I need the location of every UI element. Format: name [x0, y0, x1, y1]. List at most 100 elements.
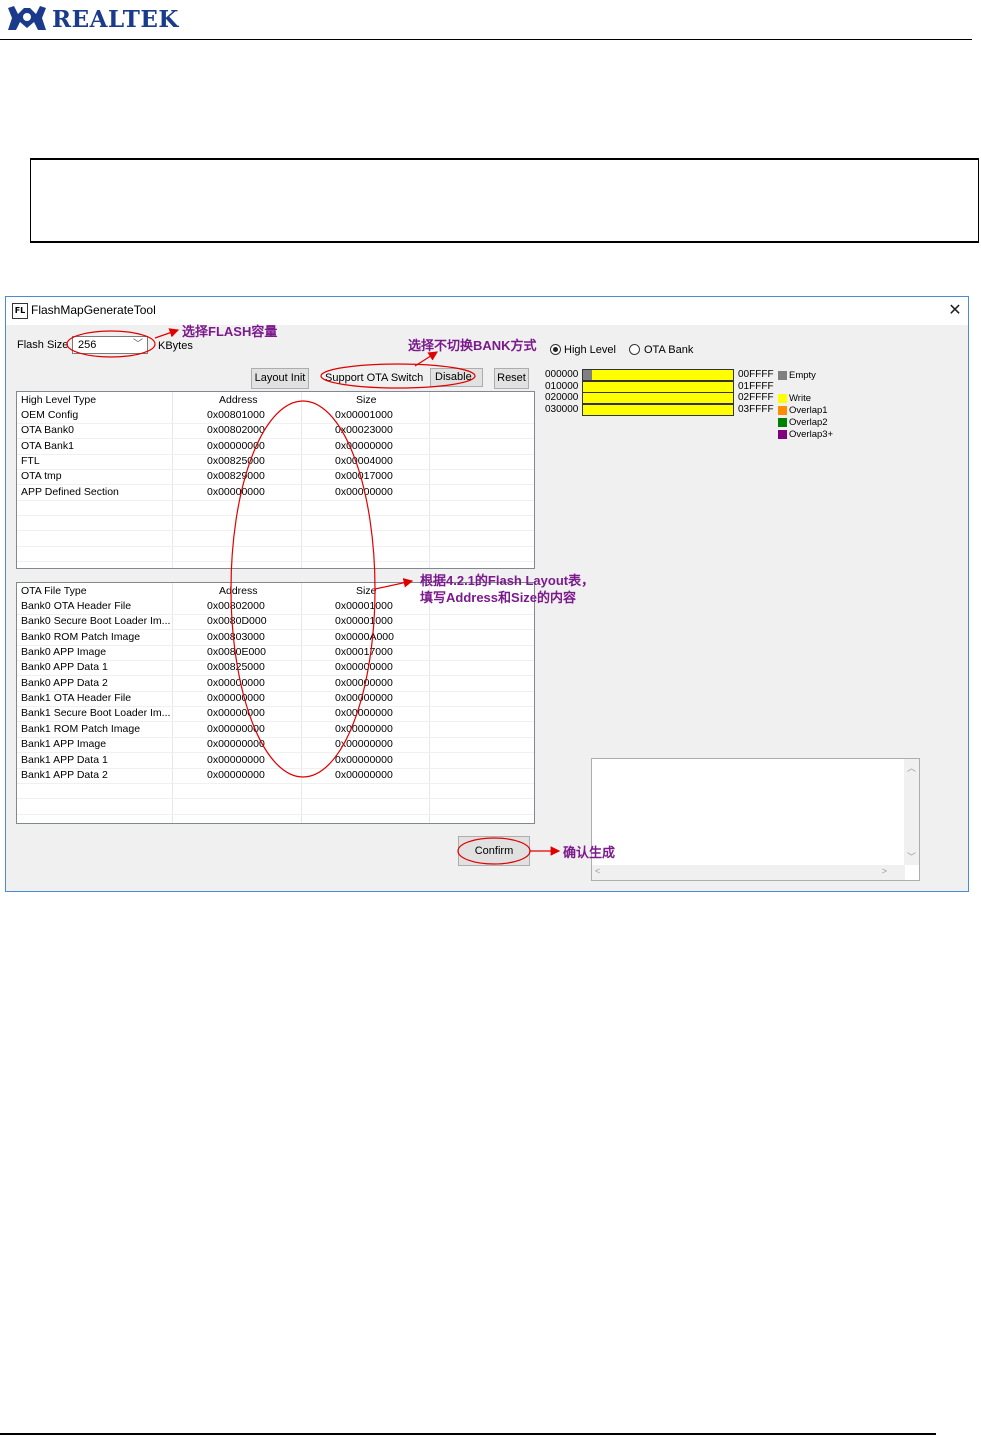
size-cell: 0x00000000	[335, 692, 393, 705]
address-cell: 0x00000000	[207, 439, 265, 452]
layout-init-button[interactable]: Layout Init	[251, 368, 309, 389]
flash-map-end-address: 01FFFF	[738, 380, 774, 392]
address-cell: 0x00000000	[207, 722, 265, 735]
size-cell: 0x00000000	[335, 753, 393, 766]
table-row[interactable]: Bank0 ROM Patch Image 0x00803000 0x0000A00…	[17, 630, 534, 645]
address-cell: 0x00825000	[207, 661, 265, 674]
size-cell: 0x00000000	[335, 722, 393, 735]
radio-high-level[interactable]	[550, 344, 561, 355]
size-cell: 0x00000000	[335, 676, 393, 689]
close-icon[interactable]: ✕	[944, 300, 966, 322]
size-cell: 0x00001000	[335, 409, 393, 421]
size-cell: 0x0000A000	[335, 630, 394, 643]
confirm-button[interactable]: Confirm	[458, 836, 530, 866]
ota-file-table[interactable]: OTA File Type Address Size Bank0 OTA Hea…	[16, 582, 535, 830]
table-row[interactable]: Bank0 APP Image 0x0080E000 0x00017000	[17, 645, 534, 660]
address-cell: 0x00000000	[207, 768, 265, 781]
legend-swatch	[778, 418, 787, 427]
window-title: FlashMapGenerateTool	[31, 303, 156, 317]
table-row[interactable]: Bank1 Secure Boot Loader Im... 0x00000000…	[17, 706, 534, 721]
table-row[interactable]: Bank0 APP Data 1 0x00825000 0x00000000	[17, 660, 534, 675]
flash-map-end-address: 03FFFF	[738, 403, 774, 415]
legend-label: Overlap1	[789, 405, 828, 416]
type-cell: OTA Bank0	[21, 424, 74, 437]
type-cell: Bank0 APP Data 1	[21, 661, 108, 674]
type-cell: Bank0 OTA Header File	[21, 600, 132, 612]
legend-label: Write	[789, 393, 811, 404]
flash-map-end-address: 00FFFF	[738, 369, 774, 380]
size-cell: 0x00001000	[335, 600, 393, 612]
flash-size-label: Flash Size	[17, 339, 69, 351]
radio-high-level-label: High Level	[564, 344, 616, 356]
type-cell: APP Defined Section	[21, 485, 119, 498]
table-row[interactable]: OTA Bank1 0x00000000 0x00000000	[17, 439, 534, 454]
table-row[interactable]: Bank1 OTA Header File 0x00000000 0x0000000…	[17, 691, 534, 706]
address-cell: 0x00000000	[207, 738, 265, 751]
horizontal-scrollbar[interactable]: < >	[592, 865, 905, 880]
annotation-select-bank: 选择不切换BANK方式	[408, 338, 537, 353]
size-cell: 0x00004000	[335, 455, 393, 468]
size-cell: 0x00017000	[335, 646, 393, 659]
reset-button[interactable]: Reset	[494, 368, 529, 389]
flash-map-start-address: 000000	[545, 369, 579, 380]
size-cell: 0x00023000	[335, 424, 393, 437]
ota-switch-dropdown[interactable]: Disable	[430, 368, 483, 387]
type-cell: Bank1 APP Data 2	[21, 768, 108, 781]
size-cell: 0x00000000	[335, 738, 393, 751]
support-ota-switch-label: Support OTA Switch	[325, 372, 424, 384]
table-row[interactable]: Bank0 Secure Boot Loader Im... 0x0080D000…	[17, 614, 534, 629]
type-cell: OEM Config	[21, 409, 79, 421]
type-cell: Bank1 OTA Header File	[21, 692, 132, 705]
table-row[interactable]: Bank1 ROM Patch Image 0x00000000 0x0000000…	[17, 722, 534, 737]
size-cell: 0x00000000	[335, 439, 393, 452]
address-cell: 0x0080E000	[207, 646, 266, 659]
address-cell: 0x00000000	[207, 707, 265, 720]
type-cell: OTA tmp	[21, 470, 62, 483]
type-cell: Bank0 APP Image	[21, 646, 107, 659]
type-cell: Bank1 ROM Patch Image	[21, 722, 141, 735]
annotation-fill-line2: 填写Address和Size的内容	[420, 590, 577, 605]
address-cell: 0x00802000	[207, 600, 265, 612]
note-box	[30, 158, 979, 243]
address-cell: 0x00803000	[207, 630, 265, 643]
table-row[interactable]: Bank0 APP Data 2 0x00000000 0x00000000	[17, 676, 534, 691]
address-cell: 0x00825000	[207, 455, 265, 468]
type-cell: Bank1 APP Data 1	[21, 753, 108, 766]
address-cell: 0x00000000	[207, 485, 265, 498]
high-level-table[interactable]: High Level Type Address Size OEM Config 0…	[16, 391, 535, 569]
flash-map-bar	[582, 403, 734, 416]
annotation-select-flash: 选择FLASH容量	[182, 324, 278, 339]
legend-label: Overlap3+	[789, 429, 834, 440]
flash-map-start-address: 030000	[545, 403, 579, 415]
table-row[interactable]: OTA tmp 0x00829000 0x00017000	[17, 469, 534, 484]
table-row[interactable]: OEM Config 0x00801000 0x00001000	[17, 408, 534, 423]
flash-map: 000000 00FFFF 010000 01FFFF 020000 02FFFF 0300…	[545, 369, 835, 441]
size-cell: 0x00000000	[335, 768, 393, 781]
output-textbox[interactable]: ︿ ﹀ < >	[591, 758, 920, 881]
table-row[interactable]: FTL 0x00825000 0x00004000	[17, 454, 534, 469]
size-cell: 0x00000000	[335, 485, 393, 498]
app-icon: FL	[12, 303, 28, 319]
table-row[interactable]: Bank1 APP Data 2 0x00000000 0x00000000	[17, 768, 534, 783]
vertical-scrollbar[interactable]: ︿ ﹀	[904, 759, 919, 865]
size-cell: 0x00017000	[335, 470, 393, 483]
flash-map-start-address: 010000	[545, 380, 579, 392]
table-row[interactable]: Bank1 APP Data 1 0x00000000 0x00000000	[17, 753, 534, 768]
radio-ota-bank[interactable]	[629, 344, 640, 355]
legend-swatch	[778, 371, 787, 380]
type-cell: Bank0 APP Data 2	[21, 676, 108, 689]
table-row[interactable]: APP Defined Section 0x00000000 0x00000000	[17, 485, 534, 500]
table-row[interactable]: OTA Bank0 0x00802000 0x00023000	[17, 423, 534, 438]
legend-label: Overlap2	[789, 417, 828, 428]
table-row[interactable]: Bank1 APP Image 0x00000000 0x00000000	[17, 737, 534, 752]
type-cell: Bank1 APP Image	[21, 738, 107, 751]
type-cell: Bank0 Secure Boot Loader Im...	[21, 615, 171, 628]
flash-unit-label: KBytes	[158, 340, 193, 352]
address-cell: 0x00000000	[207, 753, 265, 766]
size-cell: 0x00000000	[335, 661, 393, 674]
address-cell: 0x00000000	[207, 692, 265, 705]
annotation-confirm: 确认生成	[563, 845, 616, 860]
address-cell: 0x00829000	[207, 470, 265, 483]
size-cell: 0x00000000	[335, 707, 393, 720]
legend-swatch	[778, 430, 787, 439]
